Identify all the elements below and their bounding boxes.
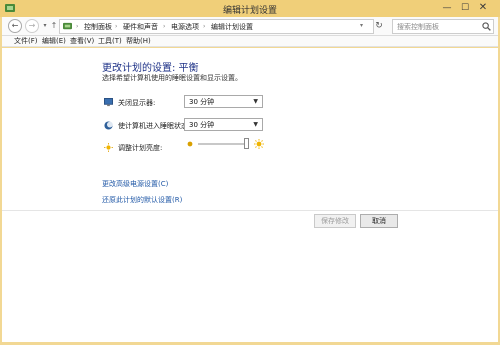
moon-icon: [104, 121, 113, 130]
breadcrumb-separator: ›: [115, 23, 118, 30]
save-changes-button[interactable]: 保存修改: [314, 214, 356, 228]
sleep-value: 30 分钟: [189, 121, 215, 129]
sleep-label: 使计算机进入睡眠状态:: [118, 122, 191, 130]
breadcrumb-hardware-sound[interactable]: 硬件和声音: [123, 21, 158, 33]
cancel-button[interactable]: 取消: [360, 214, 398, 228]
brightness-high-icon: [254, 139, 264, 149]
brightness-label: 调整计划亮度:: [118, 144, 163, 152]
address-dropdown-icon[interactable]: ▾: [360, 22, 363, 29]
breadcrumb-separator: ›: [76, 23, 79, 30]
sleep-select[interactable]: 30 分钟 ▼: [184, 118, 263, 131]
breadcrumb-control-panel[interactable]: 控制面板: [84, 21, 112, 33]
maximize-button[interactable]: ☐: [458, 2, 472, 14]
search-icon[interactable]: [482, 22, 491, 31]
menu-bar: 文件(F) 编辑(E) 查看(V) 工具(T) 帮助(H): [2, 36, 498, 47]
minimize-button[interactable]: —: [440, 2, 454, 14]
back-button[interactable]: ←: [8, 19, 22, 33]
brightness-slider-track[interactable]: [198, 143, 249, 145]
monitor-icon: [104, 98, 113, 107]
breadcrumb-separator: ›: [163, 23, 166, 30]
navigation-bar: ← → ▾ ↑ › 控制面板 › 硬件和声音 › 电源选项 › 编辑计划设置 ▾…: [2, 17, 498, 36]
up-button[interactable]: ↑: [49, 19, 59, 33]
menu-edit[interactable]: 编辑(E): [42, 36, 66, 47]
breadcrumb-separator: ›: [203, 23, 206, 30]
title-bar[interactable]: 编辑计划设置 — ☐ ✕: [0, 0, 500, 17]
page-title: 更改计划的设置: 平衡: [102, 63, 199, 74]
menu-view[interactable]: 查看(V): [70, 36, 94, 47]
menu-file[interactable]: 文件(F): [14, 36, 38, 47]
content-area: [2, 48, 498, 342]
restore-defaults-link[interactable]: 还原此计划的默认设置(R): [102, 195, 182, 205]
brightness-slider-thumb[interactable]: [244, 138, 249, 149]
address-bar[interactable]: › 控制面板 › 硬件和声音 › 电源选项 › 编辑计划设置 ▾: [59, 19, 374, 34]
close-button[interactable]: ✕: [476, 2, 490, 14]
refresh-icon[interactable]: ↻: [372, 20, 386, 32]
menu-tools[interactable]: 工具(T): [98, 36, 122, 47]
display-off-label: 关闭显示器:: [118, 99, 156, 107]
forward-button[interactable]: →: [25, 19, 39, 33]
chevron-down-icon: ▼: [253, 98, 258, 105]
chevron-down-icon: ▼: [253, 121, 258, 128]
display-off-select[interactable]: 30 分钟 ▼: [184, 95, 263, 108]
advanced-power-settings-link[interactable]: 更改高级电源设置(C): [102, 179, 168, 189]
breadcrumb-edit-plan[interactable]: 编辑计划设置: [211, 21, 253, 33]
page-subtitle: 选择希望计算机使用的睡眠设置和显示设置。: [102, 74, 242, 82]
search-box[interactable]: 搜索控制面板: [392, 19, 494, 34]
search-placeholder: 搜索控制面板: [397, 23, 439, 31]
brightness-low-icon: [187, 141, 193, 147]
control-panel-icon: [63, 22, 72, 30]
sun-icon: [104, 143, 113, 152]
breadcrumb-power-options[interactable]: 电源选项: [171, 21, 199, 33]
menu-help[interactable]: 帮助(H): [126, 36, 151, 47]
divider: [2, 210, 498, 211]
window-title: 编辑计划设置: [222, 6, 277, 16]
display-off-value: 30 分钟: [189, 98, 215, 106]
